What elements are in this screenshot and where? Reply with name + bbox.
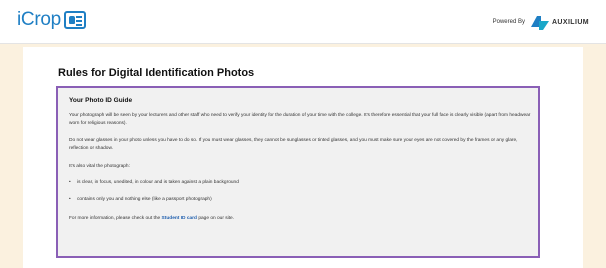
bullet-text: contains only you and nothing else (like… (77, 197, 212, 202)
footer-prefix: For more information, please check out t… (69, 216, 162, 221)
logo-text: iCrop (17, 9, 61, 30)
page-title: Rules for Digital Identification Photos (58, 67, 255, 79)
main-content: Rules for Digital Identification Photos … (23, 47, 583, 268)
bullet-text: is clear, in focus, unedited, in colour … (77, 180, 239, 185)
guide-paragraph-identity: Your photograph will be seen by your lec… (69, 113, 531, 126)
powered-by-label: Powered By (492, 19, 525, 25)
auxilium-logo-icon (530, 16, 549, 30)
footer-suffix: page on our site. (196, 216, 235, 221)
partner-name: AUXILIUM (551, 18, 589, 26)
powered-by-badge[interactable]: Powered By AUXILIUM (493, 13, 589, 31)
guide-paragraph-vital: It's also vital the photograph: (69, 164, 130, 169)
id-card-icon (63, 11, 86, 29)
guide-footer-note: For more information, please check out t… (69, 215, 531, 223)
student-id-card-link[interactable]: Student ID card (162, 216, 197, 221)
list-item: • is clear, in focus, unedited, in colour… (69, 180, 239, 185)
list-item: • contains only you and nothing else (lik… (69, 197, 212, 202)
guide-paragraph-glasses: Do not wear glasses in your photo unless… (69, 138, 518, 151)
top-header: iCrop Powered By AUXILIUM (0, 0, 606, 44)
photo-id-guide-panel: Your Photo ID Guide Your photograph will… (56, 86, 540, 258)
guide-title: Your Photo ID Guide (69, 97, 133, 104)
icrop-logo[interactable]: iCrop (17, 9, 86, 31)
